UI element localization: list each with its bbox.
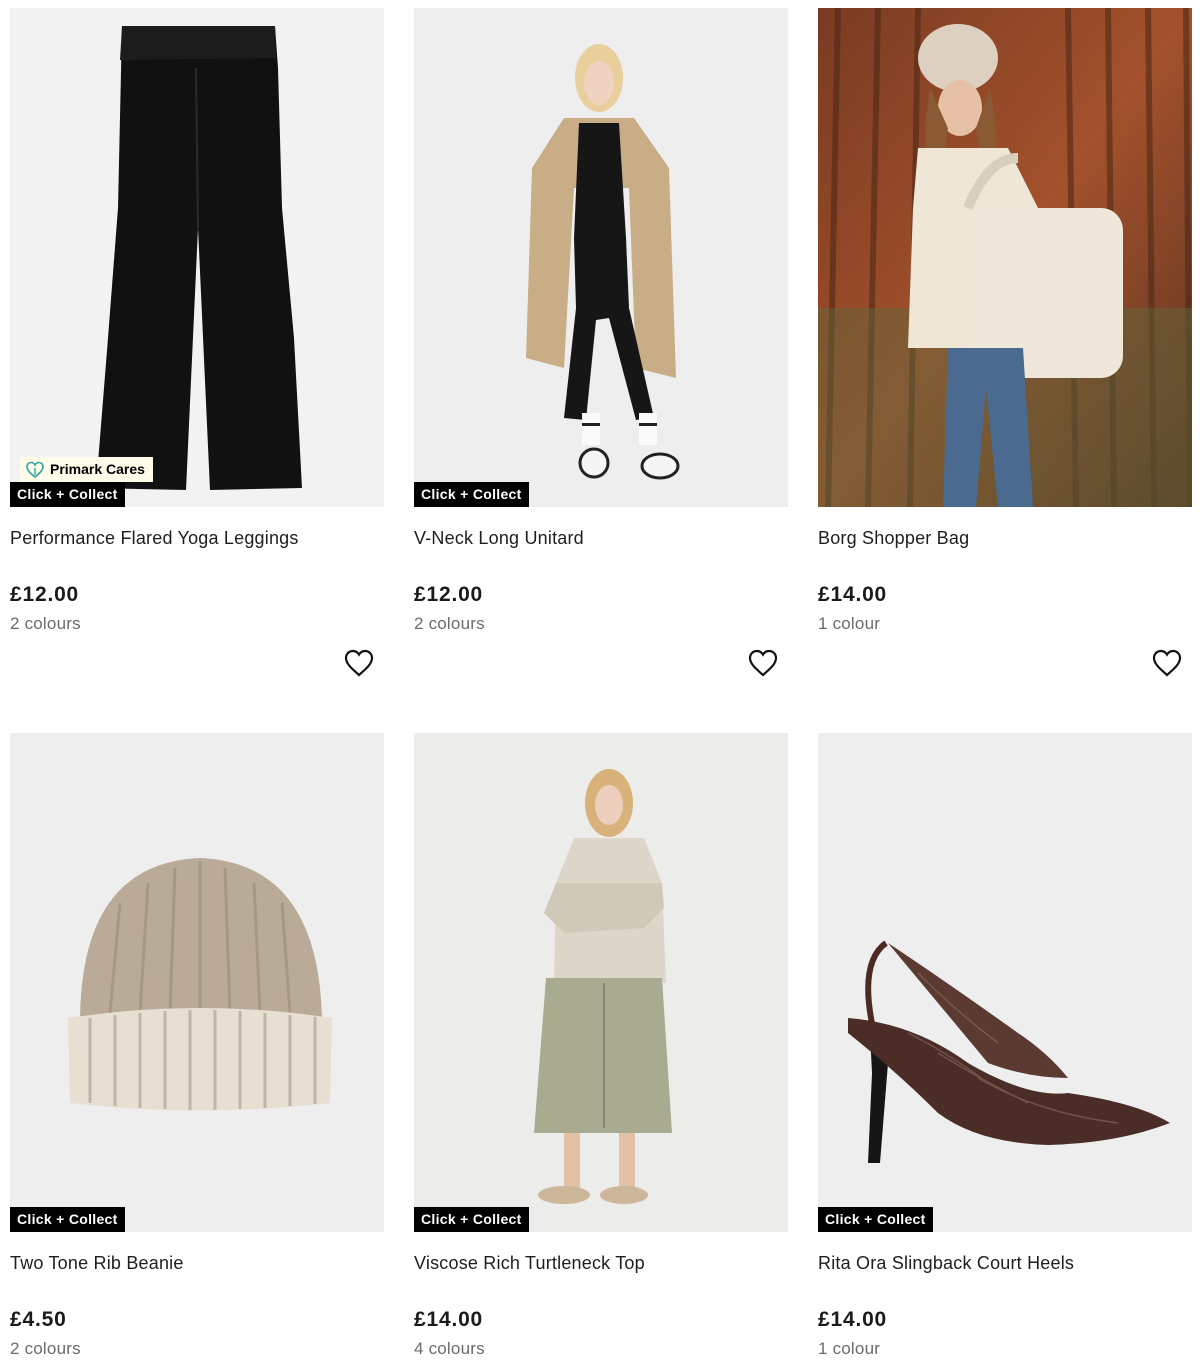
product-image[interactable]: Primark Cares Click + Collect	[10, 8, 384, 507]
unitard-image	[414, 8, 788, 507]
beanie-image	[10, 733, 384, 1232]
cares-label: Primark Cares	[50, 461, 145, 477]
product-colours: 2 colours	[414, 614, 485, 633]
click-collect-badge: Click + Collect	[414, 1207, 529, 1232]
product-name[interactable]: Rita Ora Slingback Court Heels	[818, 1253, 1192, 1275]
product-card[interactable]: Primark Cares Click + Collect Performanc…	[10, 8, 384, 677]
product-colours: 2 colours	[10, 1339, 81, 1358]
wishlist-button[interactable]	[748, 648, 778, 678]
product-image[interactable]: Click + Collect	[414, 733, 788, 1232]
product-name[interactable]: Viscose Rich Turtleneck Top	[414, 1253, 788, 1275]
product-name[interactable]: Two Tone Rib Beanie	[10, 1253, 384, 1275]
product-price: £14.00	[818, 1308, 888, 1331]
product-colours: 2 colours	[10, 614, 81, 633]
product-card[interactable]: Click + Collect Rita Ora Slingback Court…	[818, 733, 1192, 1359]
product-name[interactable]: Performance Flared Yoga Leggings	[10, 528, 384, 550]
product-card[interactable]: Click + Collect Two Tone Rib Beanie £4.5…	[10, 733, 384, 1359]
product-colours: 4 colours	[414, 1339, 485, 1358]
heart-leaf-icon	[26, 461, 44, 478]
product-image[interactable]: Click + Collect	[818, 733, 1192, 1232]
product-name[interactable]: Borg Shopper Bag	[818, 528, 1192, 550]
product-colours: 1 colour	[818, 1339, 881, 1358]
heart-outline-icon	[1152, 649, 1182, 677]
product-image[interactable]: Click + Collect	[414, 8, 788, 507]
wishlist-button[interactable]	[1152, 648, 1182, 678]
product-name[interactable]: V-Neck Long Unitard	[414, 528, 788, 550]
click-collect-badge: Click + Collect	[818, 1207, 933, 1232]
product-colours: 1 colour	[818, 614, 881, 633]
product-image[interactable]: Click + Collect	[10, 733, 384, 1232]
product-price: £4.50	[10, 1308, 67, 1331]
product-price: £14.00	[818, 583, 888, 606]
primark-cares-badge: Primark Cares	[20, 457, 153, 482]
borg-bag-image	[818, 8, 1192, 507]
heart-outline-icon	[748, 649, 778, 677]
product-image[interactable]	[818, 8, 1192, 507]
heels-image	[818, 733, 1192, 1232]
leggings-image	[10, 8, 384, 507]
wishlist-button[interactable]	[344, 648, 374, 678]
click-collect-badge: Click + Collect	[414, 482, 529, 507]
product-price: £12.00	[10, 583, 80, 606]
click-collect-badge: Click + Collect	[10, 482, 125, 507]
product-card[interactable]: Borg Shopper Bag £14.00 1 colour	[818, 8, 1192, 677]
product-card[interactable]: Click + Collect Viscose Rich Turtleneck …	[414, 733, 788, 1359]
product-card[interactable]: Click + Collect V-Neck Long Unitard £12.…	[414, 8, 788, 677]
click-collect-badge: Click + Collect	[10, 1207, 125, 1232]
turtleneck-image	[414, 733, 788, 1232]
product-price: £14.00	[414, 1308, 484, 1331]
heart-outline-icon	[344, 649, 374, 677]
product-price: £12.00	[414, 583, 484, 606]
